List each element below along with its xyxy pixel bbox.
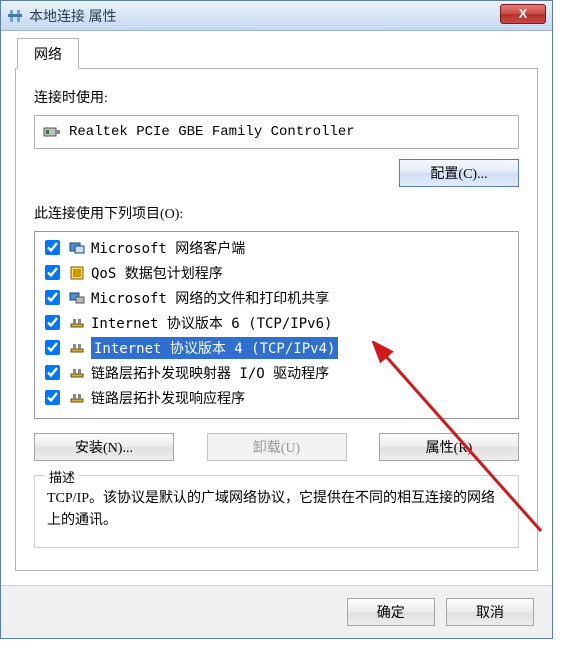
item-label: Internet 协议版本 4 (TCP/IPv4) [91, 337, 338, 359]
tab-network[interactable]: 网络 [17, 38, 79, 69]
ok-button[interactable]: 确定 [347, 598, 435, 626]
items-label: 此连接使用下列项目(O): [34, 203, 519, 223]
titlebar: 本地连接 属性 X [1, 1, 552, 31]
client-area: 网络 连接时使用: Realtek PCIe GBE Family Contro… [1, 31, 552, 585]
item-label: Internet 协议版本 6 (TCP/IPv6) [91, 313, 332, 333]
item-checkbox[interactable] [45, 290, 60, 305]
qos-icon [69, 265, 85, 281]
tab-strip: 网络 [15, 41, 538, 69]
list-item[interactable]: 链路层拓扑发现映射器 I/O 驱动程序 [35, 360, 518, 385]
adapter-box: Realtek PCIe GBE Family Controller [34, 115, 519, 149]
properties-button[interactable]: 属性(R) [379, 433, 519, 461]
protocol-icon [69, 315, 85, 331]
window-title: 本地连接 属性 [29, 6, 117, 26]
description-body: TCP/IP。该协议是默认的广域网络协议，它提供在不同的相互连接的网络上的通讯。 [47, 488, 506, 533]
item-checkbox[interactable] [45, 265, 60, 280]
connect-using-label: 连接时使用: [34, 87, 519, 107]
button-row: 安装(N)... 卸载(U) 属性(R) [34, 433, 519, 461]
list-item[interactable]: Microsoft 网络的文件和打印机共享 [35, 285, 518, 310]
install-button[interactable]: 安装(N)... [34, 433, 174, 461]
item-label: Microsoft 网络客户端 [91, 238, 245, 258]
nic-icon [43, 123, 61, 141]
uninstall-button[interactable]: 卸载(U) [207, 433, 347, 461]
description-group: 描述 TCP/IP。该协议是默认的广域网络协议，它提供在不同的相互连接的网络上的… [34, 475, 519, 548]
list-item[interactable]: Internet 协议版本 4 (TCP/IPv4) [35, 335, 518, 360]
list-item[interactable]: Microsoft 网络客户端 [35, 235, 518, 260]
item-checkbox[interactable] [45, 390, 60, 405]
protocol-icon [69, 365, 85, 381]
item-checkbox[interactable] [45, 365, 60, 380]
dialog-footer: 确定 取消 [1, 585, 552, 638]
protocol-icon [69, 390, 85, 406]
list-item[interactable]: Internet 协议版本 6 (TCP/IPv6) [35, 310, 518, 335]
item-checkbox[interactable] [45, 315, 60, 330]
components-list[interactable]: Microsoft 网络客户端 QoS 数据包计划程序 Microsoft 网络的文… [34, 231, 519, 419]
client-icon [69, 240, 85, 256]
item-label: Microsoft 网络的文件和打印机共享 [91, 288, 329, 308]
adapter-name: Realtek PCIe GBE Family Controller [69, 124, 355, 140]
list-item[interactable]: 链路层拓扑发现响应程序 [35, 385, 518, 410]
close-button[interactable]: X [500, 4, 546, 24]
item-label: 链路层拓扑发现响应程序 [91, 388, 245, 408]
window-icon [7, 8, 23, 24]
item-checkbox[interactable] [45, 340, 60, 355]
item-label: 链路层拓扑发现映射器 I/O 驱动程序 [91, 363, 329, 383]
fileshare-icon [69, 290, 85, 306]
protocol-icon [69, 340, 85, 356]
item-label: QoS 数据包计划程序 [91, 263, 223, 283]
cancel-button[interactable]: 取消 [446, 598, 534, 626]
properties-dialog: 本地连接 属性 X 网络 连接时使用: Realtek PCIe GBE Fam… [0, 0, 553, 639]
item-checkbox[interactable] [45, 240, 60, 255]
tab-panel: 连接时使用: Realtek PCIe GBE Family Controlle… [15, 69, 538, 571]
description-title: 描述 [45, 467, 79, 486]
list-item[interactable]: QoS 数据包计划程序 [35, 260, 518, 285]
configure-button[interactable]: 配置(C)... [399, 159, 519, 187]
